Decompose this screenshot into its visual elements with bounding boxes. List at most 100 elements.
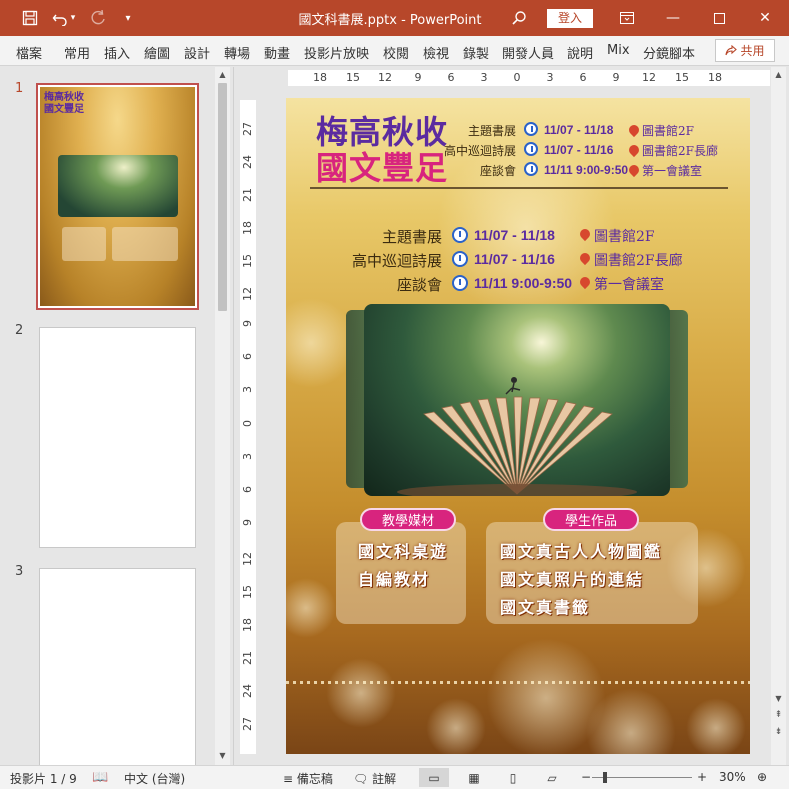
clock-icon <box>524 162 538 176</box>
tab-developer[interactable]: 開發人員 <box>502 43 554 62</box>
student-works-heading: 學生作品 <box>543 508 639 531</box>
clock-icon <box>452 227 468 243</box>
slide-thumbnail-1[interactable]: 梅高秋收 國文豐足 <box>36 83 199 310</box>
search-icon[interactable] <box>509 8 529 28</box>
bokeh-light <box>326 658 396 728</box>
tab-help[interactable]: 說明 <box>567 43 593 62</box>
comments-button[interactable]: 🗨 註解 <box>353 770 396 787</box>
slide-number-2: 2 <box>15 323 24 338</box>
tab-review[interactable]: 校閱 <box>383 43 409 62</box>
student-work-item: 國文真照片的連結 <box>500 570 645 589</box>
clock-icon <box>452 275 468 291</box>
customize-icon[interactable]: ▾ <box>118 8 138 28</box>
slide-canvas[interactable]: 梅高秋收 國文豐足 主題書展 高中巡迴詩展 座談會 11/07 - 11/18 … <box>286 98 750 754</box>
schedule-label-1: 主題書展 <box>381 228 442 246</box>
notes-button[interactable]: ≡ 備忘稿 <box>283 770 333 787</box>
tab-transitions[interactable]: 轉場 <box>224 43 250 62</box>
slide-thumbnail-2[interactable] <box>39 327 196 548</box>
zoom-out-icon[interactable]: − <box>581 770 591 784</box>
share-button[interactable]: 共用 <box>715 39 775 62</box>
share-label: 共用 <box>740 44 765 58</box>
student-work-item: 國文真古人人物圖鑑 <box>500 542 663 561</box>
tab-home[interactable]: 常用 <box>64 43 90 62</box>
location-pin-icon <box>629 125 639 138</box>
header-place-1: 圖書館2F <box>642 124 694 138</box>
clock-icon <box>524 122 538 136</box>
book-photo[interactable] <box>364 304 670 496</box>
scroll-down-icon[interactable]: ▼ <box>215 748 230 762</box>
ribbon-tabs: 檔案 常用 插入 繪圖 設計 轉場 動畫 投影片放映 校閱 檢視 錄製 開發人員… <box>0 36 789 66</box>
share-icon <box>725 44 738 55</box>
normal-view-icon[interactable]: ▭ <box>419 768 449 787</box>
header-label-3: 座談會 <box>479 164 516 178</box>
clock-icon <box>452 251 468 267</box>
scroll-up-icon[interactable]: ▲ <box>215 67 230 81</box>
notes-label: 備忘稿 <box>296 772 333 786</box>
zoom-in-icon[interactable]: + <box>697 770 707 784</box>
save-icon[interactable] <box>20 8 40 28</box>
slide-thumbnail-3[interactable] <box>39 568 196 789</box>
location-pin-icon <box>580 277 590 290</box>
thumb-panel-right <box>112 227 178 261</box>
slide-sorter-icon[interactable]: ▦ <box>459 768 489 787</box>
next-slide-icon[interactable]: ⇟ <box>771 725 786 739</box>
bokeh-light <box>426 698 486 754</box>
horizontal-ruler: 18 15 12 9 6 3 0 3 6 9 12 15 18 <box>288 70 770 86</box>
header-place-3: 第一會議室 <box>642 164 703 178</box>
scrollbar-thumb[interactable] <box>218 83 227 311</box>
bokeh-light <box>286 578 336 638</box>
teaching-material-item: 自編教材 <box>358 570 431 589</box>
location-pin-icon <box>629 145 639 158</box>
header-date-2: 11/07 - 11/16 <box>544 143 614 157</box>
tab-insert[interactable]: 插入 <box>104 43 130 62</box>
tab-mix[interactable]: Mix <box>607 43 630 58</box>
schedule-place-1: 圖書館2F <box>594 229 655 245</box>
tab-slideshow[interactable]: 投影片放映 <box>304 43 369 62</box>
tab-design[interactable]: 設計 <box>184 43 210 62</box>
header-date-1: 11/07 - 11/18 <box>544 123 614 137</box>
maximize-icon[interactable] <box>696 0 742 36</box>
comments-label: 註解 <box>372 772 397 786</box>
sparkle-border <box>286 681 750 684</box>
zoom-slider[interactable] <box>592 777 692 778</box>
minimize-icon[interactable]: — <box>650 0 696 36</box>
tab-animations[interactable]: 動畫 <box>264 43 290 62</box>
close-icon[interactable]: ✕ <box>742 0 788 36</box>
undo-dropdown-icon[interactable]: ▾ <box>68 8 78 28</box>
tab-file[interactable]: 檔案 <box>16 43 42 62</box>
slide-number-1: 1 <box>15 81 24 96</box>
bokeh-light <box>686 698 746 754</box>
thumb-photo <box>58 155 178 217</box>
editor-scrollbar[interactable]: ▲ ▼ ⇞ ⇟ <box>771 67 786 765</box>
student-work-item: 國文真書籤 <box>500 598 591 617</box>
language-indicator[interactable]: 中文 (台灣) <box>124 770 185 787</box>
fit-to-window-icon[interactable]: ⊕ <box>757 770 767 784</box>
previous-slide-icon[interactable]: ⇞ <box>771 708 786 722</box>
teaching-materials-heading: 教學媒材 <box>360 508 456 531</box>
accessibility-icon[interactable]: 📖 <box>92 770 108 785</box>
reading-view-icon[interactable]: ▯ <box>498 768 528 787</box>
zoom-level[interactable]: 30% <box>719 770 746 784</box>
teaching-material-item: 國文科桌遊 <box>358 542 449 561</box>
clock-icon <box>524 142 538 156</box>
undo-icon[interactable] <box>50 8 70 28</box>
tab-record[interactable]: 錄製 <box>463 43 489 62</box>
header-place-2: 圖書館2F長廊 <box>642 144 718 158</box>
location-pin-icon <box>580 253 590 266</box>
ribbon-display-options-icon[interactable] <box>604 0 650 36</box>
sign-in-button[interactable]: 登入 <box>547 9 593 28</box>
schedule-place-2: 圖書館2F長廊 <box>594 253 683 269</box>
tab-draw[interactable]: 繪圖 <box>144 43 170 62</box>
scroll-down-icon[interactable]: ▼ <box>771 691 786 705</box>
tab-storyboarding[interactable]: 分鏡腳本 <box>643 43 695 62</box>
schedule-date-3: 11/11 9:00-9:50 <box>474 275 573 291</box>
vertical-ruler: 27 24 21 18 15 12 9 6 3 0 3 6 9 12 15 18… <box>240 100 256 754</box>
redo-icon[interactable] <box>88 8 108 28</box>
schedule-date-1: 11/07 - 11/18 <box>474 227 555 243</box>
tab-view[interactable]: 檢視 <box>423 43 449 62</box>
slideshow-icon[interactable]: ▱ <box>537 768 567 787</box>
scroll-up-icon[interactable]: ▲ <box>771 67 786 81</box>
zoom-slider-thumb[interactable] <box>603 772 607 783</box>
header-date-3: 11/11 9:00-9:50 <box>544 163 629 177</box>
thumbnail-scrollbar[interactable]: ▲ ▼ <box>215 67 230 765</box>
